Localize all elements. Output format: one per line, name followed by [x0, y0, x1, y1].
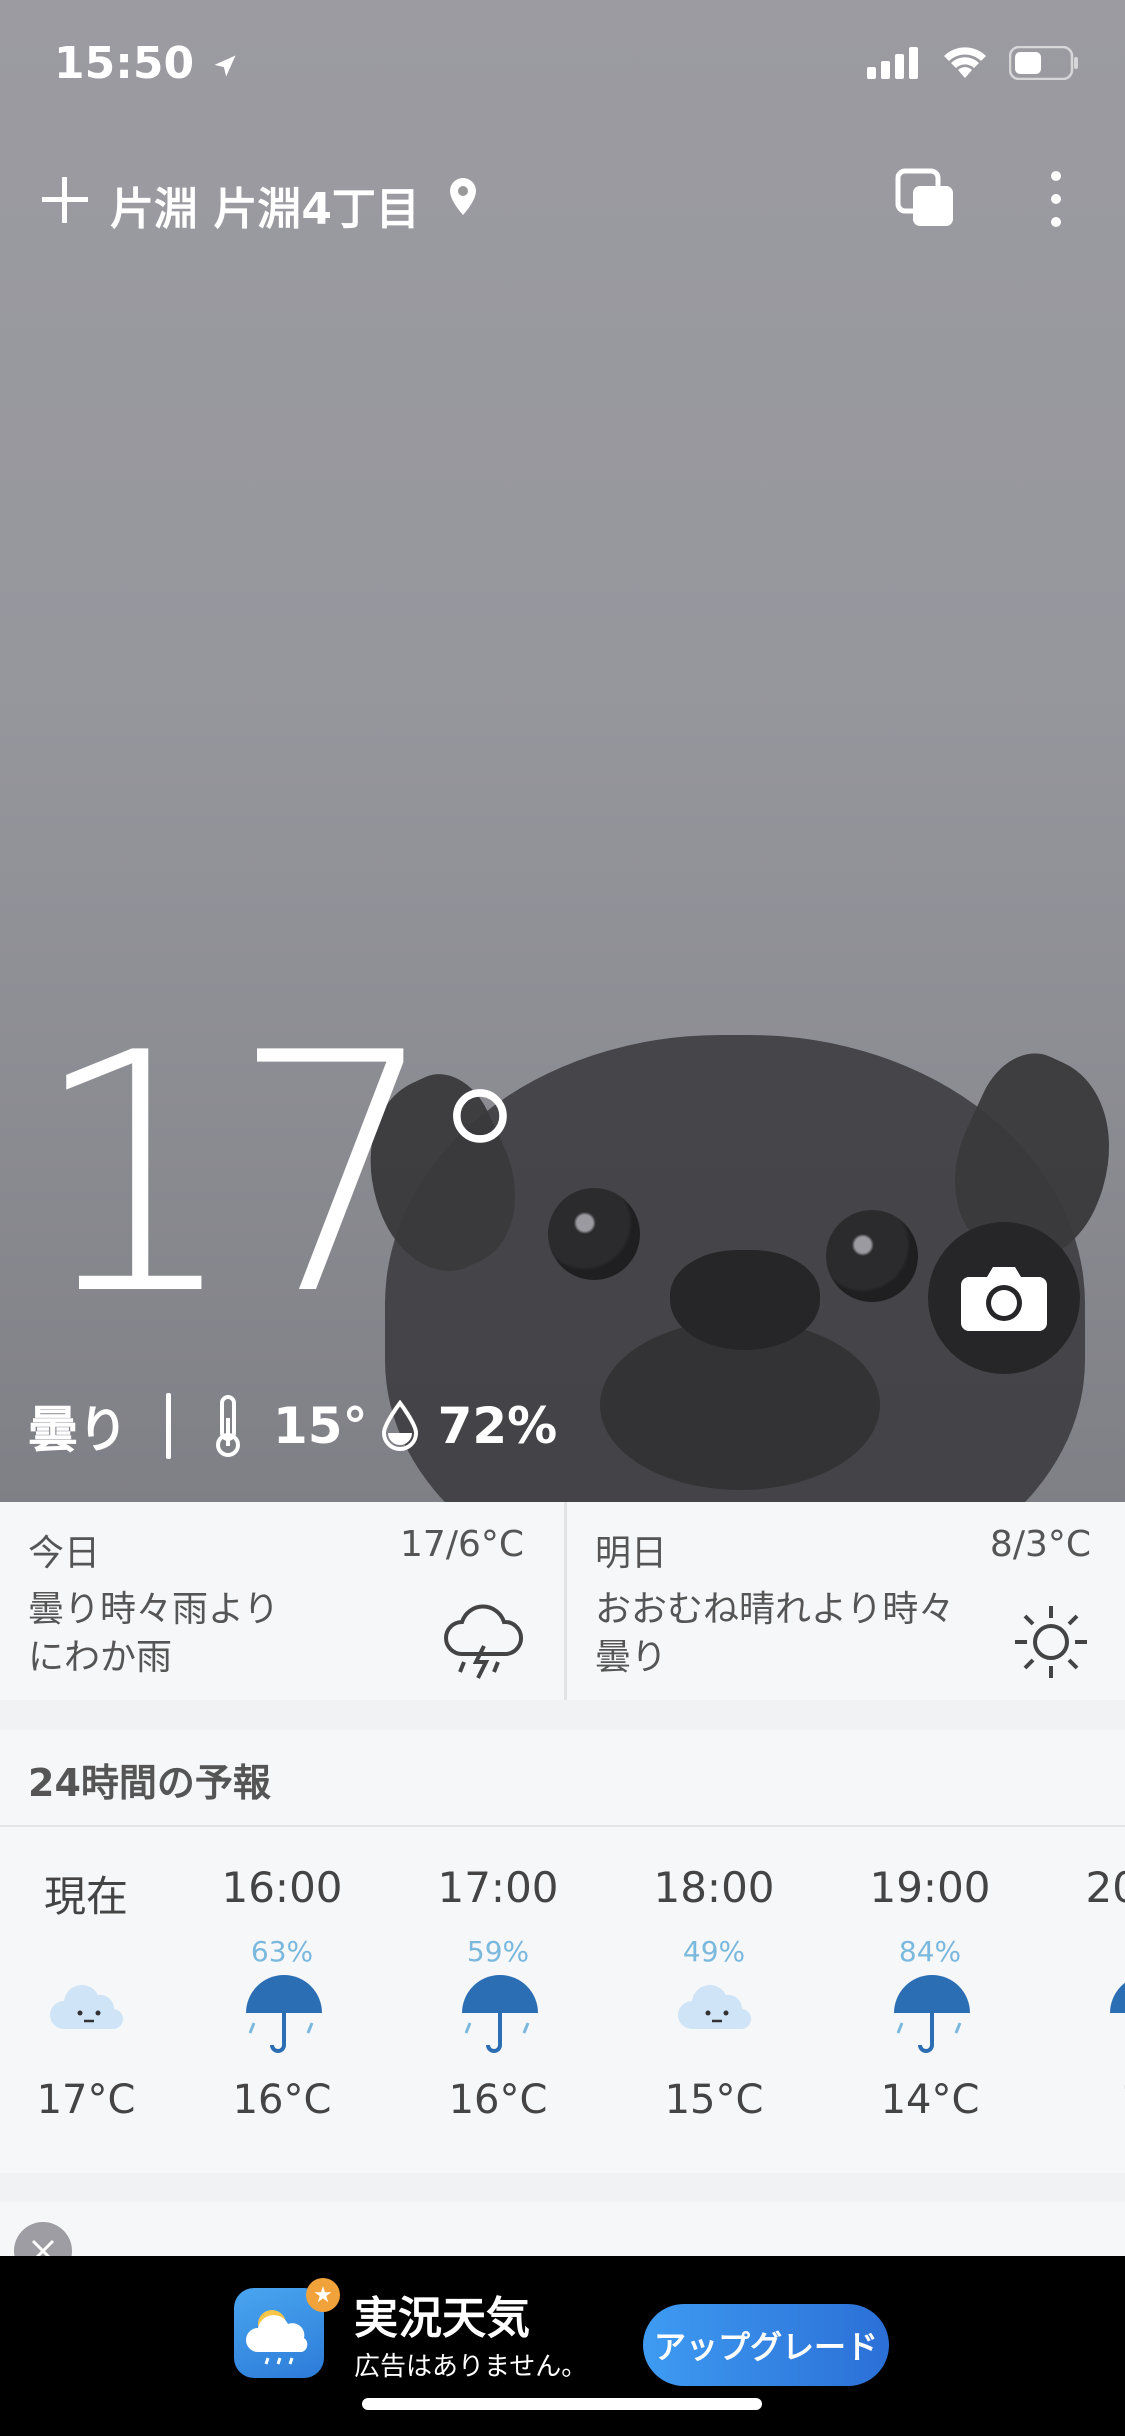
day-temp-range: 8/3°C	[989, 1524, 1091, 1565]
location-title[interactable]: 片淵 片淵4丁目	[110, 173, 420, 237]
hour-precip: 84%	[898, 1935, 962, 1968]
humidity-drop-icon	[381, 1400, 418, 1451]
next-section-strip	[0, 2202, 1125, 2262]
hour-precip: 63%	[250, 1935, 314, 1968]
today-card[interactable]: 今日 17/6°C 曇り時々雨より にわか雨	[0, 1502, 560, 1700]
hour-time: 18:00	[653, 1863, 775, 1912]
umbrella-icon	[1110, 1982, 1125, 2013]
home-indicator[interactable]	[362, 2398, 762, 2410]
ad-title: 実況天気	[354, 2293, 530, 2344]
wifi-icon	[944, 47, 986, 78]
tomorrow-card[interactable]: 明日 8/3°C おおむね晴れより時々 曇り	[564, 1502, 1125, 1700]
hour-temp: 16°C	[232, 2077, 332, 2123]
layers-icon[interactable]	[895, 168, 957, 230]
hourly-forecast[interactable]: 現在 17°C 16:00 63% 16°C 17:00 59% 16°C 18…	[0, 1827, 1125, 2173]
location-arrow-icon	[214, 55, 236, 77]
umbrella-icon	[894, 1975, 970, 2053]
more-vertical-icon[interactable]	[1046, 168, 1066, 230]
plus-icon[interactable]	[40, 175, 90, 225]
hour-time: 現在	[43, 1872, 128, 1921]
camera-button[interactable]	[928, 1222, 1080, 1374]
thermometer-icon	[216, 1395, 240, 1457]
pug-photo-eye	[826, 1210, 918, 1302]
umbrella-icon	[246, 1975, 322, 2053]
section-title: 24時間の予報	[28, 1761, 271, 1805]
pug-photo-eye	[548, 1188, 640, 1280]
cloud-icon	[50, 1985, 124, 2030]
battery-icon	[1009, 46, 1078, 80]
ad-subtitle: 広告はありません。	[354, 2352, 588, 2382]
hour-temp: 15°C	[664, 2077, 764, 2123]
feels-like-temp: 15°	[273, 1397, 368, 1455]
hourly-header: 24時間の予報	[0, 1730, 1125, 1827]
hour-temp: 16°C	[448, 2077, 548, 2123]
hour-time: 20:00	[1085, 1863, 1125, 1912]
umbrella-icon	[462, 1975, 538, 2053]
day-description: 曇り時々雨より にわか雨	[28, 1589, 280, 1678]
upgrade-button[interactable]: アップグレード	[643, 2304, 889, 2386]
cloud-icon	[678, 1985, 752, 2030]
sun-icon	[1015, 1606, 1087, 1678]
hour-precip: 8	[1046, 1935, 1125, 1968]
current-condition-text: 曇り	[28, 1401, 128, 1459]
star-badge-icon: ★	[306, 2278, 340, 2312]
current-temperature: 17°	[30, 983, 530, 1367]
hour-temp: 14°C	[880, 2077, 980, 2123]
humidity-value: 72%	[437, 1397, 558, 1455]
status-bar: 15:50	[0, 38, 1125, 98]
hour-temp: 17°C	[36, 2077, 136, 2123]
hour-time: 17:00	[437, 1863, 559, 1912]
day-label: 今日	[28, 1533, 101, 1574]
camera-icon	[961, 1267, 1047, 1331]
hour-precip: 49%	[682, 1935, 746, 1968]
divider	[166, 1393, 171, 1459]
hour-time: 16:00	[221, 1863, 343, 1912]
cellular-signal-icon	[867, 47, 918, 79]
location-pin-icon	[450, 178, 476, 215]
status-time: 15:50	[54, 38, 239, 89]
current-conditions: 曇り 15° 72%	[28, 1390, 557, 1462]
pug-photo-nose	[670, 1250, 820, 1350]
hour-temp: 14	[1046, 2077, 1125, 2123]
hour-time: 19:00	[869, 1863, 991, 1912]
daily-summary: 今日 17/6°C 曇り時々雨より にわか雨 明日 8/3°C おおむね晴れより…	[0, 1502, 1125, 1700]
day-description: おおむね晴れより時々 曇り	[595, 1589, 955, 1678]
day-label: 明日	[595, 1533, 668, 1574]
day-temp-range: 17/6°C	[400, 1524, 524, 1565]
hour-precip: 59%	[466, 1935, 530, 1968]
thunderstorm-icon	[444, 1604, 523, 1679]
